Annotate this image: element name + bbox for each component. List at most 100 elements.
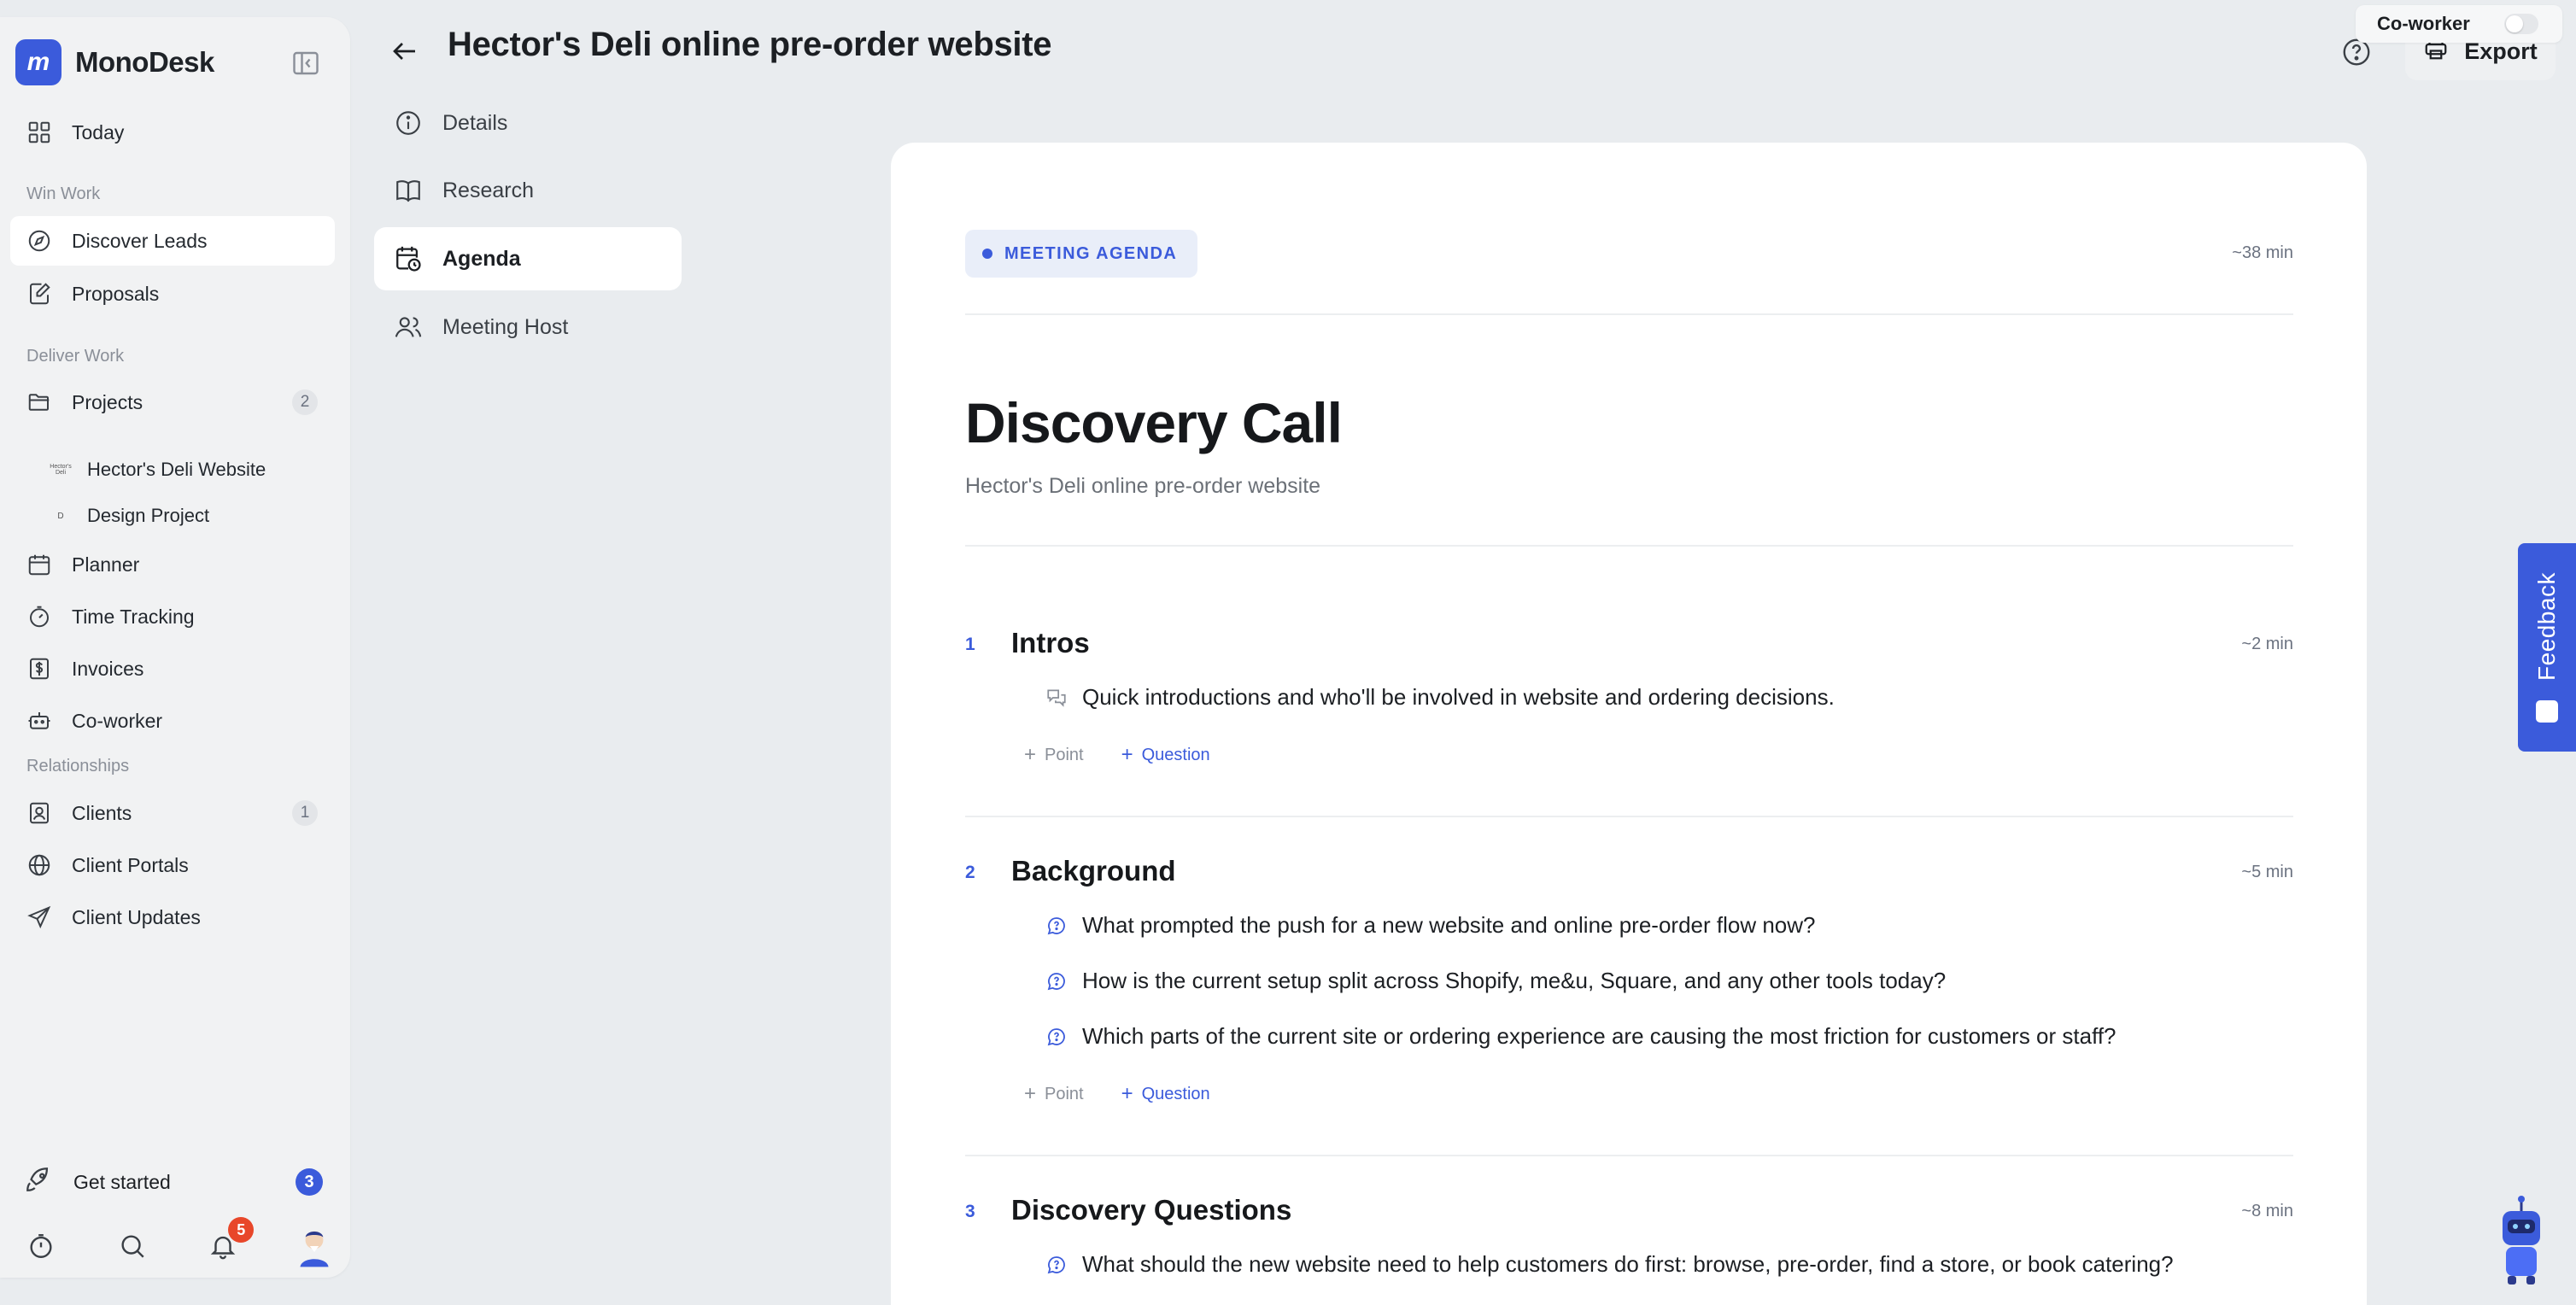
- agenda-question-text: What should the new website need to help…: [1082, 1251, 2174, 1277]
- add-point-label: Point: [1045, 1084, 1084, 1103]
- tab-research[interactable]: Research: [374, 159, 682, 222]
- section-label-win-work: Win Work: [26, 184, 101, 203]
- meeting-agenda-tag: MEETING AGENDA: [965, 230, 1198, 278]
- section-number: 2: [965, 863, 975, 882]
- agenda-point[interactable]: Quick introductions and who'll be involv…: [1045, 684, 1835, 711]
- page-title: Hector's Deli online pre-order website: [448, 26, 1052, 63]
- add-question-label: Question: [1141, 1084, 1210, 1103]
- section-duration: ~8 min: [2241, 1202, 2293, 1220]
- project-logo: Hector's Deli: [50, 464, 72, 476]
- add-point-button[interactable]: + Point: [1024, 1084, 1084, 1104]
- tag-dot: [982, 249, 992, 259]
- section-number: 3: [965, 1202, 975, 1221]
- sidebar-item-discover-leads[interactable]: Discover Leads: [10, 216, 335, 266]
- sidebar-item-invoices[interactable]: Invoices: [10, 644, 335, 693]
- sidebar-item-today[interactable]: Today: [10, 108, 335, 157]
- smile-icon: [2536, 700, 2558, 723]
- get-started-button[interactable]: Get started 3: [24, 1160, 323, 1204]
- search-icon[interactable]: [115, 1229, 149, 1263]
- section-label-deliver-work: Deliver Work: [26, 347, 125, 366]
- sidebar-item-label: Co-worker: [72, 709, 163, 732]
- add-question-label: Question: [1141, 745, 1210, 764]
- sidebar-item-planner[interactable]: Planner: [10, 540, 335, 589]
- document-subtitle[interactable]: Hector's Deli online pre-order website: [965, 474, 1320, 499]
- tab-meeting-host[interactable]: Meeting Host: [374, 296, 682, 359]
- tab-details[interactable]: Details: [374, 91, 682, 155]
- sidebar-item-client-updates[interactable]: Client Updates: [10, 892, 335, 942]
- question-bubble-icon: [1045, 914, 1068, 938]
- sidebar-item-label: Invoices: [72, 657, 144, 680]
- agenda-question[interactable]: Which parts of the current site or order…: [1045, 1023, 2116, 1050]
- tab-agenda[interactable]: Agenda: [374, 227, 682, 290]
- coworker-toggle[interactable]: Co-worker: [2356, 5, 2562, 43]
- tab-label: Details: [442, 110, 508, 135]
- divider: [965, 545, 2293, 547]
- stopwatch-icon: [26, 603, 53, 630]
- question-bubble-icon: [1045, 1253, 1068, 1277]
- sidebar-subitem-hectors-deli[interactable]: Hector's Deli Hector's Deli Website: [50, 448, 266, 491]
- section-title[interactable]: Discovery Questions: [1011, 1194, 1291, 1226]
- bell-icon[interactable]: 5: [206, 1217, 255, 1263]
- divider: [965, 816, 2293, 817]
- sidebar-item-label: Planner: [72, 553, 140, 576]
- add-question-button[interactable]: + Question: [1121, 1084, 1210, 1104]
- grid-icon: [26, 119, 53, 146]
- globe-icon: [26, 851, 53, 879]
- compass-icon: [26, 227, 53, 255]
- section-duration: ~5 min: [2241, 863, 2293, 881]
- total-duration: ~38 min: [2232, 243, 2293, 262]
- brand-logo: m: [15, 39, 61, 85]
- dollar-document-icon: [26, 655, 53, 682]
- tag-label: MEETING AGENDA: [1004, 243, 1178, 263]
- sidebar-item-proposals[interactable]: Proposals: [10, 269, 335, 319]
- feedback-tab[interactable]: Feedback: [2518, 543, 2576, 752]
- sidebar-item-label: Time Tracking: [72, 605, 195, 628]
- sidebar-item-coworker[interactable]: Co-worker: [10, 696, 335, 746]
- section-title[interactable]: Background: [1011, 855, 1176, 887]
- sidebar-subitem-design-project[interactable]: D Design Project: [50, 494, 209, 537]
- robot-icon: [26, 707, 53, 734]
- sidebar-subitem-label: Hector's Deli Website: [87, 459, 266, 480]
- section-duration: ~2 min: [2241, 635, 2293, 653]
- section-title[interactable]: Intros: [1011, 627, 1090, 659]
- agenda-question[interactable]: What should the new website need to help…: [1045, 1251, 2174, 1278]
- toggle-switch[interactable]: [2504, 14, 2538, 34]
- brand[interactable]: m MonoDesk: [15, 39, 214, 85]
- agenda-question[interactable]: What prompted the push for a new website…: [1045, 912, 1815, 939]
- notifications-count-badge: 5: [228, 1217, 255, 1243]
- document-title[interactable]: Discovery Call: [965, 390, 1343, 455]
- sidebar-item-label: Projects: [72, 390, 143, 413]
- agenda-point-text: Quick introductions and who'll be involv…: [1082, 684, 1835, 710]
- divider: [965, 1155, 2293, 1156]
- sidebar-item-projects[interactable]: Projects 2: [10, 377, 335, 427]
- timer-icon[interactable]: [24, 1229, 58, 1263]
- sidebar-item-client-portals[interactable]: Client Portals: [10, 840, 335, 890]
- get-started-label: Get started: [73, 1170, 171, 1193]
- section-label-relationships: Relationships: [26, 757, 130, 775]
- book-icon: [393, 175, 424, 206]
- add-point-button[interactable]: + Point: [1024, 745, 1084, 765]
- back-arrow-icon[interactable]: [389, 36, 420, 67]
- document-edit-icon: [26, 280, 53, 307]
- sidebar-item-clients[interactable]: Clients 1: [10, 788, 335, 838]
- coworker-toggle-label: Co-worker: [2377, 13, 2470, 34]
- add-question-button[interactable]: + Question: [1121, 745, 1210, 765]
- chat-bubbles-icon: [1045, 686, 1068, 710]
- divider: [965, 313, 2293, 315]
- feedback-label: Feedback: [2533, 571, 2560, 681]
- avatar[interactable]: [297, 1229, 331, 1267]
- get-started-count-badge: 3: [296, 1168, 323, 1196]
- sidebar-bottom-toolbar: 5: [24, 1216, 331, 1276]
- sidebar-item-label: Today: [72, 120, 125, 143]
- sidebar-collapse-icon[interactable]: [290, 48, 321, 79]
- send-icon: [26, 904, 53, 931]
- project-logo: D: [57, 511, 64, 521]
- agenda-question[interactable]: How is the current setup split across Sh…: [1045, 968, 1946, 994]
- coworker-robot-icon[interactable]: [2494, 1196, 2549, 1286]
- plus-icon: +: [1024, 743, 1037, 766]
- sidebar-subitem-label: Design Project: [87, 505, 210, 526]
- tab-label: Meeting Host: [442, 314, 569, 339]
- agenda-question-text: What prompted the push for a new website…: [1082, 912, 1816, 938]
- sidebar-item-label: Client Portals: [72, 853, 189, 876]
- sidebar-item-time-tracking[interactable]: Time Tracking: [10, 592, 335, 641]
